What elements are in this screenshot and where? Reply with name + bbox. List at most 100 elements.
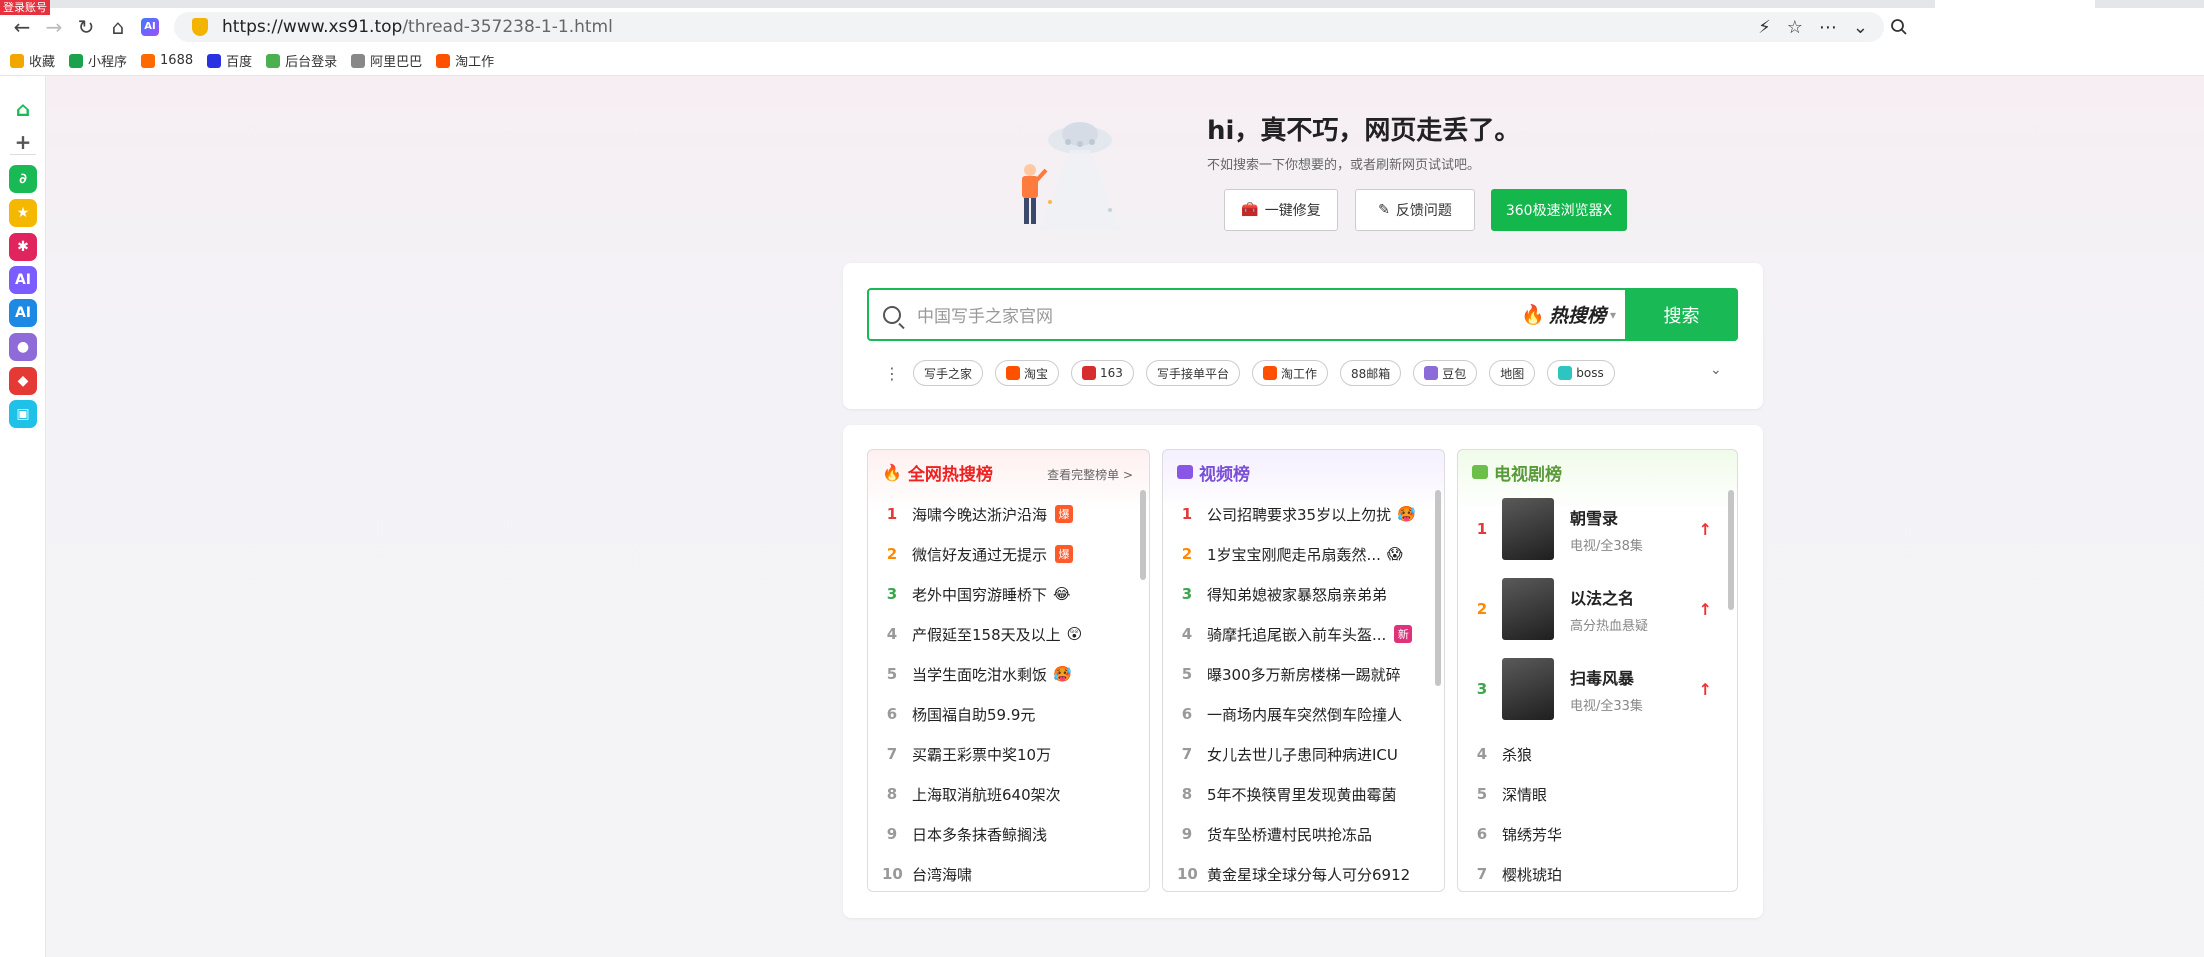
tools-icon[interactable]: ▣ <box>9 400 37 428</box>
list-item[interactable]: 5 深情眼 <box>1472 774 1547 814</box>
list-item-text: 海啸今晚达浙沪沿海 <box>912 505 1048 524</box>
list-item[interactable]: 6 锦绣芳华 <box>1472 814 1562 854</box>
star-icon[interactable]: ☆ <box>1787 17 1803 38</box>
list-item[interactable]: 6 杨国福自助59.9元 <box>882 694 1036 734</box>
tv-top-item[interactable]: 2 以法之名 高分热血悬疑 ↑ <box>1472 574 1722 644</box>
list-item-text: 得知弟媳被家暴怒扇亲弟弟 <box>1207 585 1388 604</box>
quick-link-icon <box>1558 366 1573 380</box>
toolbar-search-icon[interactable] <box>1890 8 1908 46</box>
quick-link-chip[interactable]: 163 <box>1071 360 1134 386</box>
list-item[interactable]: 2 微信好友通过无提示爆 <box>882 534 1074 574</box>
list-item[interactable]: 10 台湾海啸 <box>882 854 972 891</box>
quick-link-chip[interactable]: 写手之家 <box>913 360 984 386</box>
tv-top-item[interactable]: 3 扫毒风暴 电视/全33集 ↑ <box>1472 654 1722 724</box>
search-button[interactable]: 搜索 <box>1625 288 1738 341</box>
refresh-icon[interactable]: ↻ <box>72 8 100 46</box>
sidebar-divider <box>10 154 36 155</box>
list-item[interactable]: 7 樱桃琥珀 <box>1472 854 1562 891</box>
list-item-text: 当学生面吃泔水剩饭 <box>912 665 1048 684</box>
bookmark-item[interactable]: 淘工作 <box>436 51 494 70</box>
expand-chevron-icon[interactable]: ⌄ <box>1710 362 1722 378</box>
home-icon[interactable]: ⌂ <box>104 8 132 46</box>
hot-search-selector[interactable]: 🔥 热搜榜 ▾ <box>1521 290 1616 339</box>
quick-link-chip[interactable]: 88邮箱 <box>1339 360 1402 386</box>
list-item[interactable]: 9 日本多条抹香鲸搁浅 <box>882 814 1047 854</box>
chips-menu-icon[interactable]: ⋮ <box>884 364 900 383</box>
list-item[interactable]: 5 曝300多万新房楼梯一踢就碎 <box>1177 654 1401 694</box>
bookmark-item[interactable]: 后台登录 <box>266 51 337 70</box>
robot-icon[interactable]: ● <box>9 333 37 361</box>
more-icon[interactable]: ⋯ <box>1819 17 1837 38</box>
list-item[interactable]: 8 5年不换筷胃里发现黄曲霉菌 <box>1177 774 1397 814</box>
add-icon[interactable]: + <box>9 128 37 156</box>
quick-link-chip[interactable]: 淘工作 <box>1251 360 1328 386</box>
list-item[interactable]: 4 杀狼 <box>1472 734 1532 774</box>
address-bar[interactable]: https://www.xs91.top/thread-357238-1-1.h… <box>174 12 1884 42</box>
login-badge[interactable]: 登录账号 <box>0 0 50 15</box>
tv-list-scrollbar[interactable] <box>1728 490 1734 610</box>
list-item[interactable]: 8 上海取消航班640架次 <box>882 774 1061 814</box>
active-tab[interactable] <box>1935 0 2095 8</box>
quick-links: 写手之家 淘宝 163 写手接单平台 淘工作 88邮箱 豆包 地图 boss <box>913 359 1615 387</box>
quick-link-chip[interactable]: boss <box>1547 360 1615 386</box>
feedback-button[interactable]: ✎ 反馈问题 <box>1355 189 1475 231</box>
search-input[interactable]: 中国写手之家官网 <box>917 302 1053 327</box>
bookmark-item[interactable]: 收藏 <box>10 51 55 70</box>
hot-list-scrollbar[interactable] <box>1140 490 1146 580</box>
shield-icon[interactable] <box>192 18 208 36</box>
list-item[interactable]: 7 女儿去世儿子患同种病进ICU <box>1177 734 1398 774</box>
bookmark-item[interactable]: 小程序 <box>69 51 127 70</box>
list-item[interactable]: 5 当学生面吃泔水剩饭 🥵 <box>882 654 1072 694</box>
game-icon[interactable]: ◆ <box>9 367 37 395</box>
browser-download-button[interactable]: 360极速浏览器X <box>1491 189 1627 231</box>
rank-number: 5 <box>1181 665 1193 683</box>
quick-link-label: 地图 <box>1500 366 1525 381</box>
list-item[interactable]: 10 黄金星球全球分每人可分6912 <box>1177 854 1410 891</box>
hot-tag: 爆 <box>1055 545 1074 563</box>
search-box[interactable]: 中国写手之家官网 🔥 热搜榜 ▾ <box>867 288 1738 341</box>
view-full-list-link[interactable]: 查看完整榜单 > <box>1047 466 1133 483</box>
bookmark-item[interactable]: 阿里巴巴 <box>351 51 422 70</box>
list-item[interactable]: 9 货车坠桥遭村民哄抢冻品 <box>1177 814 1372 854</box>
bookmark-item[interactable]: 1688 <box>141 53 193 68</box>
ai-assistant-icon[interactable]: AI <box>9 266 37 294</box>
list-item[interactable]: 3 老外中国穷游睡桥下 😂 <box>882 574 1071 614</box>
list-item[interactable]: 1 公司招聘要求35岁以上勿扰 🥵 <box>1177 494 1416 534</box>
bookmark-label: 1688 <box>160 53 194 68</box>
rank-number: 4 <box>1181 625 1193 643</box>
list-item[interactable]: 6 一商场内展车突然倒车险撞人 <box>1177 694 1402 734</box>
url-path: /thread-357238-1-1.html <box>402 17 613 37</box>
bookmark-icon <box>436 53 451 68</box>
quick-link-chip[interactable]: 淘宝 <box>995 360 1060 386</box>
list-item[interactable]: 4 骑摩托追尾嵌入前车头盔... 新 <box>1177 614 1413 654</box>
list-item[interactable]: 7 买霸王彩票中奖10万 <box>882 734 1051 774</box>
list-item-text: 老外中国穷游睡桥下 <box>912 585 1048 604</box>
bookmark-label: 小程序 <box>88 55 128 70</box>
miniprogram-icon[interactable]: ∂ <box>9 165 37 193</box>
list-item[interactable]: 2 1岁宝宝刚爬走吊扇轰然... 😱 <box>1177 534 1403 574</box>
bookmark-item[interactable]: 百度 <box>207 51 252 70</box>
ai-icon[interactable]: AI <box>136 8 164 46</box>
list-item-text: 微信好友通过无提示 <box>912 545 1048 564</box>
video-list-scrollbar[interactable] <box>1435 490 1441 686</box>
chevron-down-icon[interactable]: ⌄ <box>1853 17 1868 38</box>
rank-number: 3 <box>886 585 898 603</box>
list-item[interactable]: 3 得知弟媳被家暴怒扇亲弟弟 <box>1177 574 1387 614</box>
quick-link-chip[interactable]: 写手接单平台 <box>1145 360 1240 386</box>
molecule-icon[interactable]: ✱ <box>9 233 37 261</box>
list-item[interactable]: 1 海啸今晚达浙沪沿海爆 <box>882 494 1074 534</box>
ufo-illustration <box>1022 122 1120 230</box>
quick-link-icon <box>1262 366 1277 380</box>
home-icon[interactable]: ⌂ <box>9 95 37 123</box>
tv-top-item[interactable]: 1 朝雪录 电视/全38集 ↑ <box>1472 494 1722 564</box>
list-item[interactable]: 4 产假延至158天及以上 😲 <box>882 614 1083 654</box>
quick-link-chip[interactable]: 豆包 <box>1413 360 1478 386</box>
quick-link-chip[interactable]: 地图 <box>1489 360 1536 386</box>
lightning-icon[interactable]: ⚡ <box>1758 17 1771 38</box>
rank-number: 9 <box>1181 825 1193 843</box>
favorites-icon[interactable]: ★ <box>9 199 37 227</box>
list-item-text: 日本多条抹香鲸搁浅 <box>912 825 1048 844</box>
repair-button[interactable]: 🧰 一键修复 <box>1224 189 1338 231</box>
ai-icon[interactable]: AI <box>9 299 37 327</box>
hot-list-panel: 🔥 全网热搜榜 查看完整榜单 > 1 海啸今晚达浙沪沿海爆 2 微信好友通过无提示爆 3 老… <box>867 449 1150 892</box>
